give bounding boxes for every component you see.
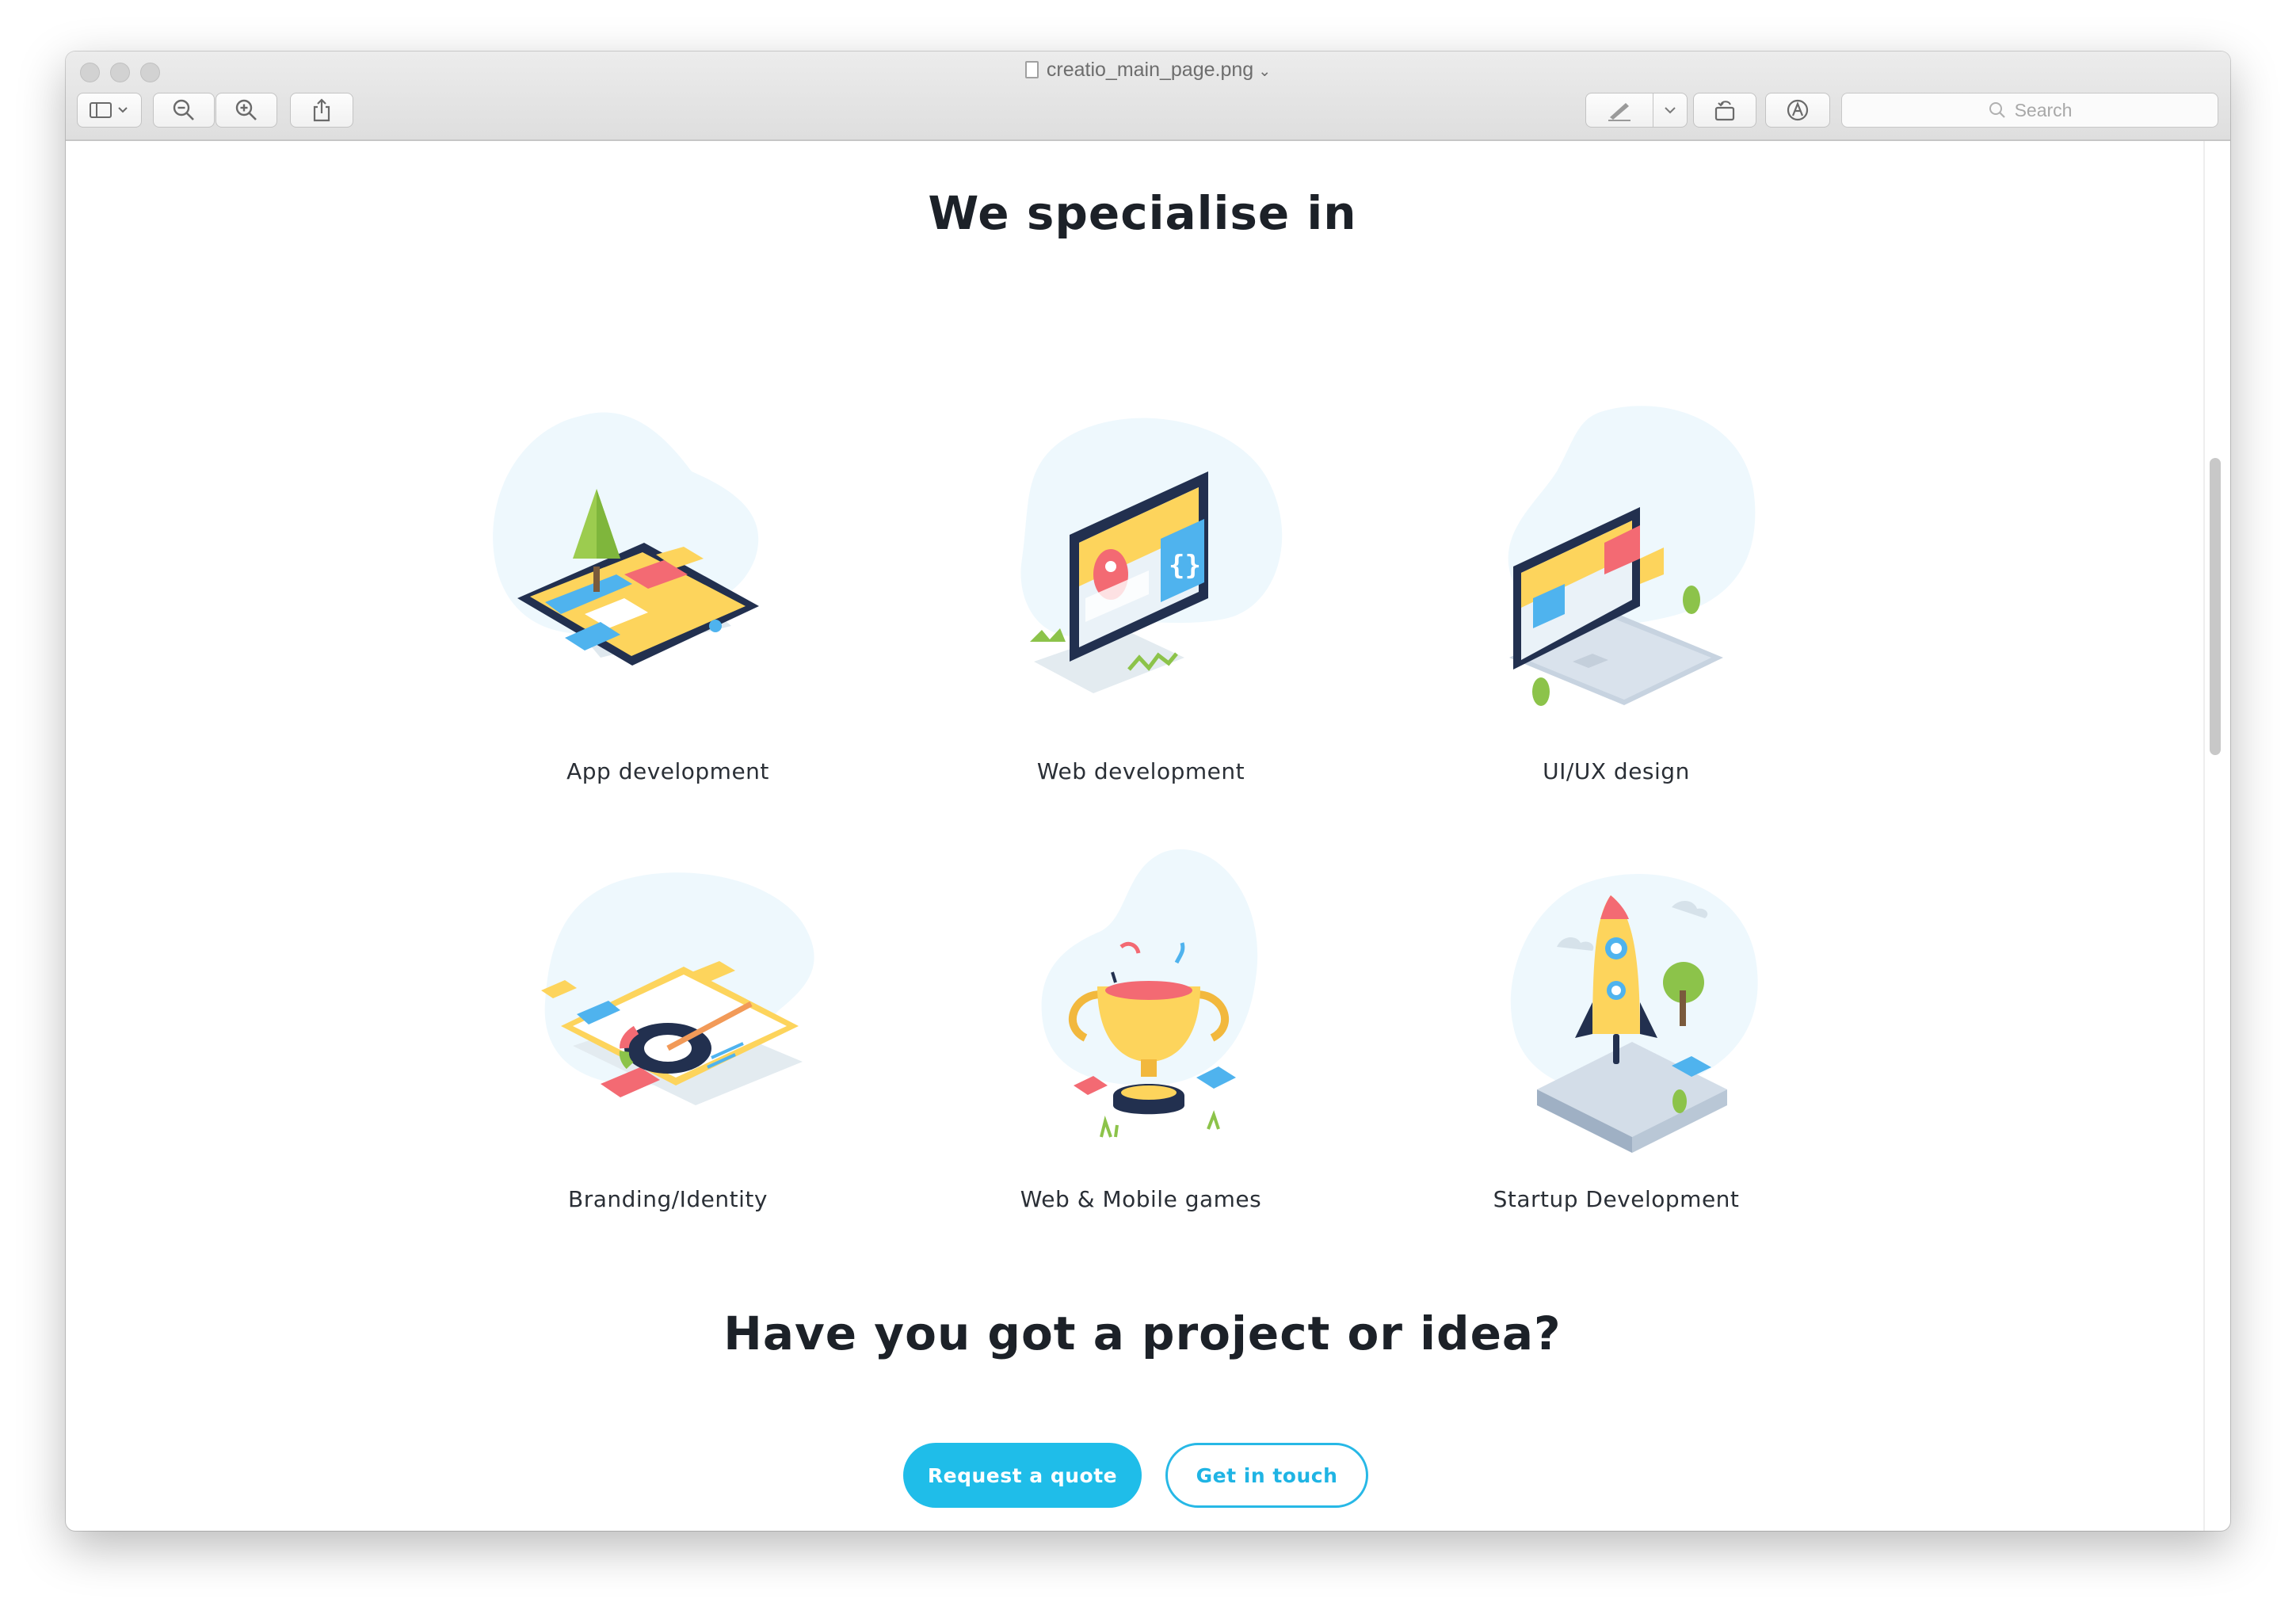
service-label: Branding/Identity — [568, 1186, 768, 1212]
service-startup-development[interactable]: Startup Development — [1379, 773, 1854, 1212]
service-web-mobile-games[interactable]: Web & Mobile games — [903, 773, 1379, 1212]
request-quote-button[interactable]: Request a quote — [903, 1443, 1142, 1508]
trophy-illustration — [1041, 849, 1258, 1138]
cta-heading: Have you got a project or idea? — [723, 1307, 1562, 1360]
phone-app-illustration — [493, 412, 759, 666]
laptop-ui-illustration — [1508, 406, 1756, 706]
rocket-illustration — [1510, 874, 1758, 1153]
get-in-touch-button[interactable]: Get in touch — [1165, 1443, 1368, 1508]
service-app-development[interactable]: App development — [430, 345, 906, 784]
vertical-scrollbar[interactable] — [2210, 458, 2221, 755]
service-label: Web & Mobile games — [1020, 1186, 1262, 1212]
branding-paper-illustration — [541, 872, 814, 1105]
service-branding-identity[interactable]: Branding/Identity — [430, 773, 906, 1212]
section-heading: We specialise in — [928, 186, 1357, 240]
document-viewport: We specialise in App development {} Web … — [66, 52, 2230, 1531]
service-ui-ux-design[interactable]: UI/UX design — [1379, 345, 1854, 784]
svg-text:{}: {} — [1169, 550, 1201, 582]
service-web-development[interactable]: {} Web development — [903, 345, 1379, 784]
service-label: Startup Development — [1493, 1186, 1740, 1212]
browser-code-illustration: {} — [1020, 418, 1283, 693]
